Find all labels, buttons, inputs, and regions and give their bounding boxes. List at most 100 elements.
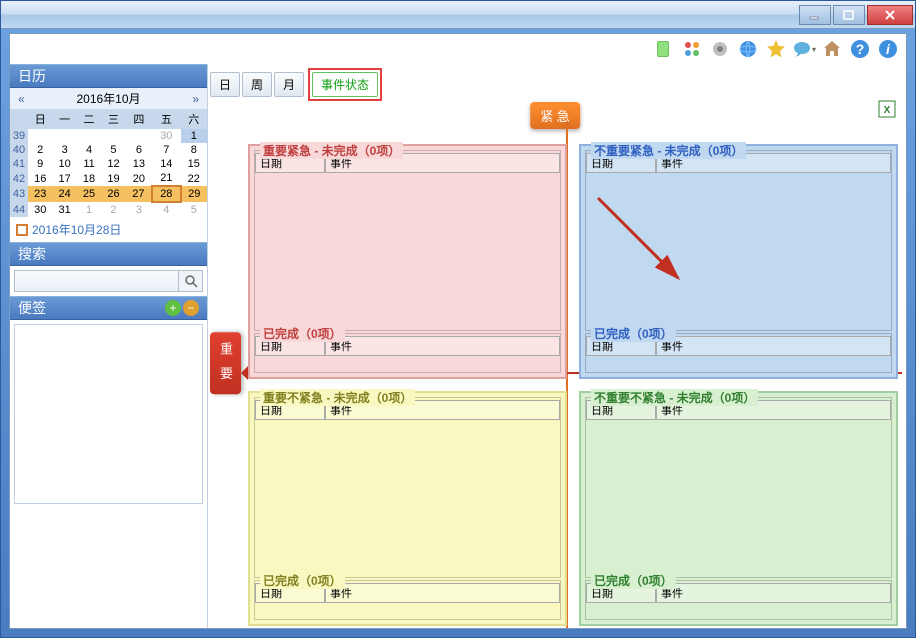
calendar-day[interactable]: 30 <box>152 129 180 143</box>
calendar-day[interactable]: 22 <box>181 171 207 186</box>
quadrant-important-noturgent[interactable]: 重要不紧急 - 未完成（0项）日期事件 已完成（0项）日期事件 <box>248 391 567 626</box>
add-note-button[interactable]: + <box>165 300 181 316</box>
weekday-header: 六 <box>181 109 207 129</box>
section-title: 已完成（0项） <box>260 325 345 342</box>
week-number[interactable]: 39 <box>10 129 28 143</box>
calendar-day[interactable]: 24 <box>52 186 76 202</box>
weekday-header: 二 <box>77 109 101 129</box>
gear-icon[interactable] <box>708 37 732 61</box>
home-icon[interactable] <box>820 37 844 61</box>
quadrant-important-urgent[interactable]: 重要紧急 - 未完成（0项）日期事件 已完成（0项）日期事件 <box>248 144 567 379</box>
svg-text:X: X <box>884 105 891 116</box>
weekday-header: 三 <box>101 109 125 129</box>
calendar-day[interactable]: 31 <box>52 202 76 217</box>
calendar-day[interactable]: 13 <box>126 157 152 171</box>
calendar-day[interactable] <box>52 129 76 143</box>
annotation-highlight: 事件状态 <box>308 68 382 101</box>
weekday-header: 一 <box>52 109 76 129</box>
calendar-day[interactable]: 19 <box>101 171 125 186</box>
calendar-day[interactable]: 1 <box>181 129 207 143</box>
calendar-day[interactable]: 26 <box>101 186 125 202</box>
calendar-day[interactable]: 12 <box>101 157 125 171</box>
calendar-day[interactable]: 5 <box>101 143 125 157</box>
tab-week[interactable]: 周 <box>242 72 272 97</box>
calendar-day[interactable]: 15 <box>181 157 207 171</box>
notes-list[interactable] <box>14 324 203 504</box>
calendar-day[interactable]: 17 <box>52 171 76 186</box>
globe-icon[interactable] <box>736 37 760 61</box>
calendar-day[interactable] <box>77 129 101 143</box>
calendar-day[interactable]: 10 <box>52 157 76 171</box>
calendar-nav: « 2016年10月 » <box>10 88 207 109</box>
tab-day[interactable]: 日 <box>210 72 240 97</box>
calendar-day[interactable]: 29 <box>181 186 207 202</box>
calendar-day[interactable]: 30 <box>28 202 52 217</box>
quadrant-notimportant-urgent[interactable]: 不重要紧急 - 未完成（0项）日期事件 已完成（0项）日期事件 <box>579 144 898 379</box>
chat-icon[interactable]: ▾ <box>792 37 816 61</box>
prev-month-button[interactable]: « <box>18 92 25 106</box>
calendar-day[interactable]: 20 <box>126 171 152 186</box>
week-number[interactable]: 44 <box>10 202 28 217</box>
calendar-day[interactable]: 3 <box>126 202 152 217</box>
search-input[interactable] <box>14 270 179 292</box>
calendar-day[interactable] <box>101 129 125 143</box>
minimize-button[interactable] <box>799 5 831 25</box>
calendar-day[interactable]: 14 <box>152 157 180 171</box>
calendar-day[interactable]: 1 <box>77 202 101 217</box>
next-month-button[interactable]: » <box>192 92 199 106</box>
today-marker-icon <box>16 224 28 236</box>
titlebar <box>1 1 915 29</box>
today-date-label[interactable]: 2016年10月28日 <box>32 221 121 238</box>
book-icon[interactable] <box>652 37 676 61</box>
maximize-button[interactable] <box>833 5 865 25</box>
weekday-header: 四 <box>126 109 152 129</box>
calendar-day[interactable]: 23 <box>28 186 52 202</box>
calendar-day[interactable]: 11 <box>77 157 101 171</box>
week-number[interactable]: 40 <box>10 143 28 157</box>
calendar-day[interactable]: 5 <box>181 202 207 217</box>
calendar-day[interactable]: 3 <box>52 143 76 157</box>
search-button[interactable] <box>179 270 203 292</box>
remove-note-button[interactable]: − <box>183 300 199 316</box>
window: ▾ ? i 日历 « 2016年10月 » 日一二三四五六 3930140234… <box>0 0 916 638</box>
calendar-day[interactable]: 9 <box>28 157 52 171</box>
close-button[interactable] <box>867 5 913 25</box>
calendar-day[interactable]: 27 <box>126 186 152 202</box>
weekday-header: 日 <box>28 109 52 129</box>
calendar-day[interactable]: 8 <box>181 143 207 157</box>
calendar-day[interactable]: 2 <box>28 143 52 157</box>
svg-text:?: ? <box>856 41 865 57</box>
tab-month[interactable]: 月 <box>274 72 304 97</box>
star-icon[interactable] <box>764 37 788 61</box>
calendar-day[interactable]: 2 <box>101 202 125 217</box>
month-label[interactable]: 2016年10月 <box>25 90 193 107</box>
calendar-title: 日历 <box>18 66 46 86</box>
calendar-day[interactable]: 21 <box>152 171 180 186</box>
notes-title: 便签 <box>18 298 46 318</box>
calendar-day[interactable]: 18 <box>77 171 101 186</box>
quadrant-notimportant-noturgent[interactable]: 不重要不紧急 - 未完成（0项）日期事件 已完成（0项）日期事件 <box>579 391 898 626</box>
col-event: 事件 <box>325 583 560 603</box>
calendar-day[interactable]: 7 <box>152 143 180 157</box>
search-panel-header: 搜索 <box>10 242 207 266</box>
col-event: 事件 <box>325 336 560 356</box>
calendar-day[interactable]: 28 <box>152 186 180 202</box>
calendar-day[interactable]: 4 <box>152 202 180 217</box>
export-excel-button[interactable]: X <box>878 100 896 118</box>
tab-event-status[interactable]: 事件状态 <box>312 72 378 97</box>
calendar-day[interactable]: 25 <box>77 186 101 202</box>
help-icon[interactable]: ? <box>848 37 872 61</box>
calendar-day[interactable]: 6 <box>126 143 152 157</box>
apps-icon[interactable] <box>680 37 704 61</box>
col-event: 事件 <box>656 583 891 603</box>
calendar-day[interactable] <box>126 129 152 143</box>
week-number[interactable]: 43 <box>10 186 28 202</box>
content-area: 日 周 月 事件状态 X 紧 急 重 要 重要紧急 - 未完成（0项）日 <box>208 64 906 628</box>
info-icon[interactable]: i <box>876 37 900 61</box>
calendar-day[interactable] <box>28 129 52 143</box>
week-number[interactable]: 41 <box>10 157 28 171</box>
week-number[interactable]: 42 <box>10 171 28 186</box>
calendar-day[interactable]: 4 <box>77 143 101 157</box>
section-title: 已完成（0项） <box>591 572 676 589</box>
calendar-day[interactable]: 16 <box>28 171 52 186</box>
